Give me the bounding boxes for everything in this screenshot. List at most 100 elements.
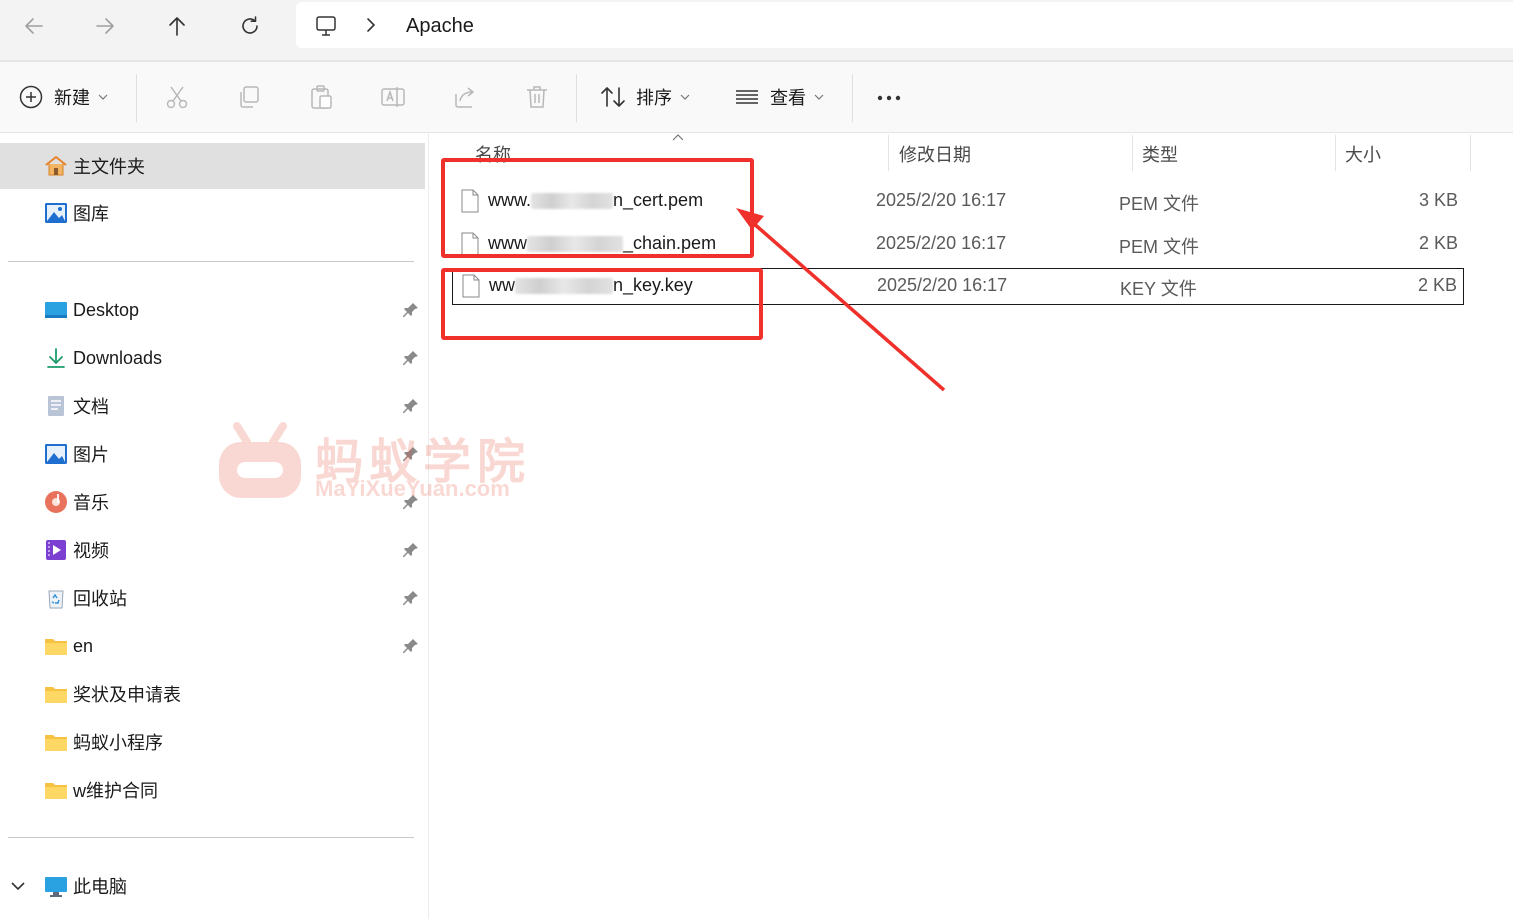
view-button[interactable]: 查看 <box>734 79 824 115</box>
sidebar-item-home[interactable]: 主文件夹 <box>0 143 425 189</box>
pin-icon[interactable] <box>402 349 420 367</box>
sidebar-label: 主文件夹 <box>73 157 145 177</box>
sidebar-item-gallery[interactable]: 图库 <box>0 191 428 235</box>
pin-icon[interactable] <box>402 301 420 319</box>
sidebar-label: 蚂蚁小程序 <box>73 733 163 753</box>
new-label: 新建 <box>54 88 90 108</box>
folder-icon <box>44 682 68 706</box>
sidebar-label: 视频 <box>73 541 109 561</box>
documents-icon <box>44 394 68 418</box>
column-divider[interactable] <box>1335 135 1336 171</box>
music-icon <box>44 490 68 514</box>
annotation-box <box>441 158 754 258</box>
cut-icon[interactable] <box>164 84 190 110</box>
list-view-icon <box>736 90 758 104</box>
sidebar-item-recycle-bin[interactable]: 回收站 <box>0 576 428 620</box>
sidebar-item-folder[interactable]: 奖状及申请表 <box>0 672 428 716</box>
chevron-down-icon <box>98 94 108 100</box>
recycle-bin-icon <box>44 586 68 610</box>
pin-icon[interactable] <box>402 637 420 655</box>
chevron-right-icon[interactable] <box>364 17 378 33</box>
sidebar-item-folder[interactable]: w维护合同 <box>0 768 428 812</box>
divider <box>576 74 577 122</box>
back-button[interactable] <box>17 10 51 42</box>
sidebar-item-en[interactable]: en <box>0 624 428 668</box>
navigation-pane: 主文件夹 图库 Desktop Downloads 文档 图片 音乐 视频 回收… <box>0 133 429 919</box>
divider <box>8 261 414 262</box>
column-divider[interactable] <box>1132 135 1133 171</box>
up-button[interactable] <box>160 10 194 42</box>
paste-icon[interactable] <box>308 84 334 110</box>
column-divider[interactable] <box>888 135 889 171</box>
annotation-box <box>441 268 763 340</box>
column-divider[interactable] <box>1470 135 1471 171</box>
forward-arrow-icon <box>96 18 114 34</box>
sidebar-item-pictures[interactable]: 图片 <box>0 432 428 476</box>
folder-icon <box>44 730 68 754</box>
sidebar-label: 奖状及申请表 <box>73 685 181 705</box>
file-date: 2025/2/20 16:17 <box>877 275 1008 295</box>
forward-button[interactable] <box>88 10 122 42</box>
chevron-down-icon[interactable] <box>10 880 26 892</box>
sidebar-label: Downloads <box>73 347 163 368</box>
column-header-type[interactable]: 类型 <box>1142 141 1178 167</box>
sort-icon <box>601 87 625 107</box>
file-date: 2025/2/20 16:17 <box>876 190 1007 210</box>
up-arrow-icon <box>169 17 185 36</box>
command-bar: 新建 排序 查看 <box>0 62 1513 133</box>
pin-icon[interactable] <box>402 541 420 559</box>
videos-icon <box>44 538 68 562</box>
refresh-button[interactable] <box>233 10 267 42</box>
sidebar-item-documents[interactable]: 文档 <box>0 384 428 428</box>
sort-button[interactable]: 排序 <box>600 79 690 115</box>
address-field[interactable]: Apache <box>296 2 1513 48</box>
sidebar-label: Desktop <box>73 299 140 320</box>
chevron-down-icon <box>680 94 690 100</box>
desktop-icon <box>44 298 68 322</box>
sidebar-item-music[interactable]: 音乐 <box>0 480 428 524</box>
chevron-down-icon <box>814 94 824 100</box>
sidebar-item-downloads[interactable]: Downloads <box>0 336 428 380</box>
sidebar-item-this-pc[interactable]: 此电脑 <box>0 864 428 908</box>
pin-icon[interactable] <box>402 589 420 607</box>
sidebar-label: 此电脑 <box>73 877 127 897</box>
pin-icon[interactable] <box>402 397 420 415</box>
sidebar-label: 文档 <box>73 397 109 417</box>
sort-ascending-icon <box>672 134 684 141</box>
file-type: PEM 文件 <box>1119 194 1200 214</box>
sidebar-item-videos[interactable]: 视频 <box>0 528 428 572</box>
breadcrumb-current[interactable]: Apache <box>406 15 474 38</box>
delete-icon[interactable] <box>524 84 550 110</box>
sidebar-label: w维护合同 <box>73 781 158 801</box>
rename-icon[interactable] <box>380 84 406 110</box>
file-size: 3 KB <box>1418 190 1458 210</box>
new-button[interactable]: 新建 <box>18 79 108 115</box>
this-pc-icon <box>316 16 336 36</box>
sidebar-label: 图片 <box>73 445 109 465</box>
pictures-icon <box>44 442 68 466</box>
sidebar-label: 音乐 <box>73 493 109 513</box>
column-header-size[interactable]: 大小 <box>1345 141 1381 167</box>
file-date: 2025/2/20 16:17 <box>876 233 1007 253</box>
address-bar-row: Apache <box>0 0 1513 60</box>
sidebar-item-folder[interactable]: 蚂蚁小程序 <box>0 720 428 764</box>
divider <box>8 837 414 838</box>
share-icon[interactable] <box>452 84 478 110</box>
copy-icon[interactable] <box>236 84 262 110</box>
this-pc-icon <box>44 874 68 898</box>
pin-icon[interactable] <box>402 445 420 463</box>
sort-label: 排序 <box>636 88 672 108</box>
more-options-icon[interactable] <box>876 84 902 110</box>
column-header-date[interactable]: 修改日期 <box>899 141 971 167</box>
file-type: KEY 文件 <box>1120 279 1197 299</box>
file-size: 2 KB <box>1417 275 1457 295</box>
file-type: PEM 文件 <box>1119 237 1200 257</box>
view-label: 查看 <box>770 88 806 108</box>
sidebar-label: 图库 <box>73 204 109 224</box>
refresh-icon <box>242 16 258 34</box>
sidebar-label: 回收站 <box>73 589 127 609</box>
plus-circle-icon <box>19 85 43 109</box>
pin-icon[interactable] <box>402 493 420 511</box>
downloads-icon <box>44 346 68 370</box>
sidebar-item-desktop[interactable]: Desktop <box>0 288 428 332</box>
